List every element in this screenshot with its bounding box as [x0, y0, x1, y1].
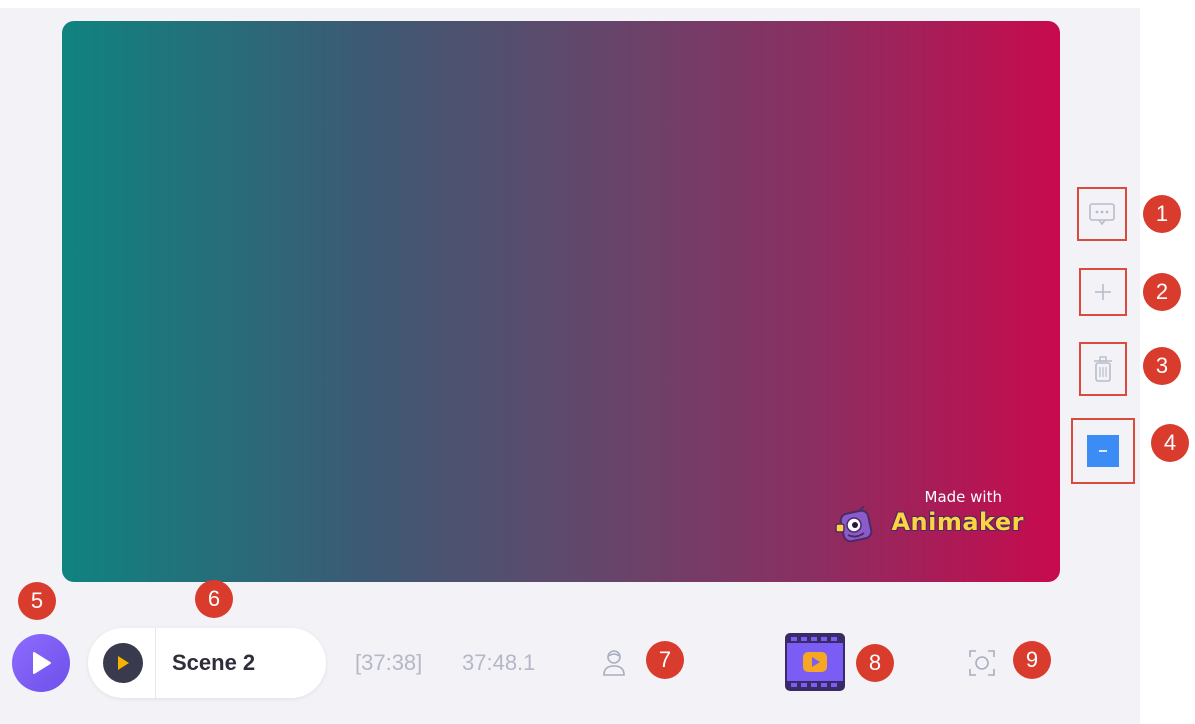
annotation-badge-1: 1 — [1143, 195, 1181, 233]
animaker-mascot-icon — [835, 506, 873, 543]
plus-icon — [1095, 284, 1111, 300]
collapse-button[interactable] — [1071, 418, 1135, 484]
trash-icon — [1094, 356, 1112, 382]
scene-time-range: [37:38] — [355, 650, 423, 675]
user-icon — [603, 650, 625, 676]
annotation-badge-8: 8 — [856, 644, 894, 682]
preview-video-button[interactable] — [785, 633, 845, 691]
annotation-badge-9: 9 — [1013, 641, 1051, 679]
watermark-brand: Animaker — [891, 508, 1024, 536]
total-duration: 37:48.1 — [462, 650, 536, 675]
comment-icon — [1089, 203, 1115, 226]
play-icon — [118, 656, 129, 670]
delete-scene-button[interactable] — [1079, 342, 1127, 396]
fullscreen-button[interactable] — [966, 647, 998, 679]
film-play-icon — [785, 633, 845, 691]
annotation-badge-6: 6 — [195, 580, 233, 618]
minus-icon — [1087, 435, 1119, 467]
play-scene-button[interactable] — [103, 643, 143, 683]
scene-selector[interactable]: Scene 2 — [88, 628, 326, 698]
watermark-made-with: Made with — [924, 488, 1002, 506]
annotation-badge-4: 4 — [1151, 424, 1189, 462]
play-icon — [33, 652, 51, 674]
divider — [155, 628, 156, 698]
annotation-badge-7: 7 — [646, 641, 684, 679]
comment-button[interactable] — [1077, 187, 1127, 241]
play-all-button[interactable] — [12, 634, 70, 692]
annotation-badge-3: 3 — [1143, 347, 1181, 385]
animaker-watermark: Made with Animaker — [834, 488, 1024, 548]
character-button[interactable] — [598, 646, 630, 680]
focus-icon — [969, 650, 995, 676]
scene-name: Scene 2 — [172, 650, 256, 675]
annotation-badge-2: 2 — [1143, 273, 1181, 311]
annotation-badge-5: 5 — [18, 582, 56, 620]
add-scene-button[interactable] — [1079, 268, 1127, 316]
scene-canvas[interactable]: Made with Animaker — [62, 21, 1060, 582]
